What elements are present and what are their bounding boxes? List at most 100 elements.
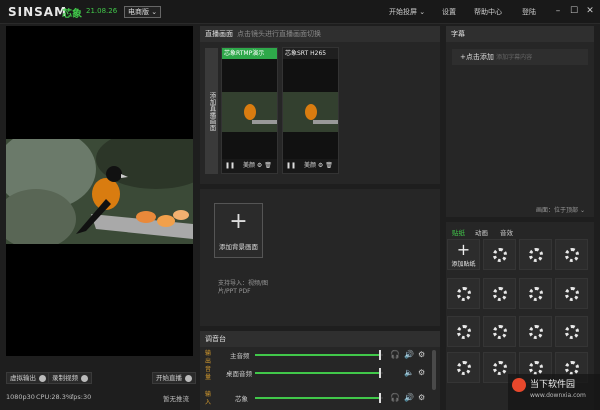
- menu-screencast[interactable]: 开始投屏 ⌄: [389, 7, 425, 17]
- input-group-label: 输入: [205, 391, 212, 406]
- maximize-icon[interactable]: ☐: [568, 5, 580, 17]
- tab-sound-effects[interactable]: 音效: [500, 227, 513, 237]
- camera-thumbnail-1: [222, 92, 277, 132]
- tab-stickers[interactable]: 贴纸: [452, 227, 465, 237]
- sticker-tile[interactable]: [447, 278, 480, 309]
- gear-icon: [81, 374, 88, 382]
- pause-icon[interactable]: ❚❚: [225, 162, 235, 169]
- gear-icon[interactable]: ⚙: [418, 393, 425, 402]
- loading-spinner-icon: [565, 361, 579, 375]
- sticker-tile[interactable]: [483, 316, 516, 347]
- trash-icon[interactable]: 🗑: [325, 162, 333, 169]
- volume-knob-1[interactable]: [379, 350, 382, 360]
- speaker-icon[interactable]: 🔈: [404, 368, 414, 377]
- add-caption-button[interactable]: +点击添加 添加字幕内容: [452, 49, 588, 65]
- edition-label: 电商版: [128, 8, 149, 16]
- add-camera-button[interactable]: 添加直播画面: [205, 48, 218, 174]
- loading-spinner-icon: [529, 287, 543, 301]
- mixer-label-3: 芯象: [235, 395, 248, 403]
- loading-spinner-icon: [529, 361, 543, 375]
- captions-header: 字幕: [446, 26, 594, 42]
- app-window: SINSAM 芯象 21.08.26 电商版 ⌄ 开始投屏 ⌄ 设置 帮助中心 …: [0, 0, 600, 410]
- camera-title-1: 芯象RTMP演示: [222, 48, 277, 59]
- app-logo: SINSAM: [8, 5, 68, 19]
- watermark-logo: 当下软件园 www.downxia.com: [508, 374, 600, 410]
- camera-title-2: 芯象SRT H265: [283, 48, 338, 59]
- volume-slider-3[interactable]: [255, 393, 383, 403]
- loading-spinner-icon: [493, 325, 507, 339]
- watermark-line-2: www.downxia.com: [530, 392, 586, 399]
- gear-icon: [39, 374, 46, 382]
- volume-slider-2[interactable]: [255, 368, 383, 378]
- start-live-button[interactable]: 开始直播: [152, 372, 196, 384]
- pause-icon[interactable]: ❚❚: [286, 162, 296, 169]
- gear-icon[interactable]: ⚙: [418, 368, 425, 377]
- edition-select[interactable]: 电商版 ⌄: [124, 6, 162, 18]
- sticker-tile[interactable]: [519, 278, 552, 309]
- camera-controls-2: ❚❚ 美颜 ⚙ 🗑: [283, 159, 338, 173]
- headphone-icon[interactable]: 🎧: [390, 350, 400, 359]
- menu-login[interactable]: 登陆: [522, 7, 536, 17]
- headphone-icon[interactable]: 🎧: [390, 393, 400, 402]
- caption-hint: 添加字幕内容: [496, 54, 533, 61]
- menu-screencast-label: 开始投屏: [389, 8, 417, 16]
- gear-icon[interactable]: ⚙: [257, 162, 262, 169]
- background-hint: 支持导入：视频/图片/PPT PDF: [218, 280, 269, 295]
- close-icon[interactable]: ✕: [584, 5, 596, 17]
- loading-spinner-icon: [457, 325, 471, 339]
- chevron-down-icon: ⌄: [419, 8, 426, 16]
- volume-knob-3[interactable]: [379, 393, 382, 403]
- program-preview: [6, 26, 193, 356]
- virtual-output-button[interactable]: 虚拟输出: [6, 372, 50, 384]
- camera-card-1[interactable]: 芯象RTMP演示 ❚❚ 美颜 ⚙ 🗑: [221, 47, 278, 174]
- sticker-tile[interactable]: [555, 316, 588, 347]
- speaker-icon[interactable]: 🔊: [404, 393, 414, 402]
- sticker-tile[interactable]: [555, 278, 588, 309]
- virtual-output-label: 虚拟输出: [10, 374, 36, 382]
- speaker-icon[interactable]: 🔊: [404, 350, 414, 359]
- sticker-tile[interactable]: [447, 316, 480, 347]
- loading-spinner-icon: [457, 287, 471, 301]
- sticker-tile[interactable]: [519, 316, 552, 347]
- loading-spinner-icon: [493, 287, 507, 301]
- mixer-scrollbar[interactable]: [432, 350, 436, 390]
- loading-spinner-icon: [529, 248, 543, 262]
- minimize-icon[interactable]: –: [552, 5, 564, 17]
- beauty-button-2[interactable]: 美颜: [304, 162, 316, 169]
- record-video-button[interactable]: 录制视频: [48, 372, 92, 384]
- plus-icon: +: [456, 240, 471, 259]
- menu-help[interactable]: 帮助中心: [474, 7, 502, 17]
- gear-icon[interactable]: ⚙: [418, 350, 425, 359]
- volume-fill-1: [255, 354, 381, 356]
- caption-position-value: 位于顶部: [554, 207, 579, 214]
- beauty-button-1[interactable]: 美颜: [243, 162, 255, 169]
- gear-icon[interactable]: ⚙: [318, 162, 323, 169]
- caption-position[interactable]: 画面：位于顶部 ⌄: [536, 205, 585, 214]
- add-caption-label: +点击添加: [460, 53, 494, 61]
- fps-stat: fps:30: [71, 393, 92, 401]
- live-panel-subtitle: 点击镜头进行直播画面切换: [237, 30, 321, 38]
- loading-spinner-icon: [565, 248, 579, 262]
- plus-icon: +: [229, 209, 248, 234]
- camera-card-2[interactable]: 芯象SRT H265 ❚❚ 美颜 ⚙ 🗑: [282, 47, 339, 174]
- sticker-tile[interactable]: [483, 278, 516, 309]
- menu-settings[interactable]: 设置: [442, 7, 456, 17]
- loading-spinner-icon: [529, 325, 543, 339]
- version-label: 21.08.26: [86, 7, 118, 15]
- live-panel-title: 直播画面: [205, 30, 233, 38]
- mixer-label-2: 桌面音频: [226, 370, 252, 378]
- watermark-circle: [512, 378, 526, 392]
- sticker-tile[interactable]: [483, 239, 516, 270]
- mixer-label-1: 主音频: [230, 352, 250, 360]
- sticker-tile[interactable]: [555, 239, 588, 270]
- sticker-tile[interactable]: [519, 239, 552, 270]
- add-sticker-button[interactable]: + 添加贴纸: [447, 239, 480, 270]
- tab-animations[interactable]: 动画: [475, 227, 488, 237]
- trash-icon[interactable]: 🗑: [264, 162, 272, 169]
- loading-spinner-icon: [493, 248, 507, 262]
- sticker-tile[interactable]: [447, 352, 480, 383]
- stream-status: 暂无推流: [163, 395, 189, 403]
- volume-slider-1[interactable]: [255, 350, 383, 360]
- volume-knob-2[interactable]: [379, 368, 382, 378]
- mixer-header: 调音台: [200, 331, 440, 347]
